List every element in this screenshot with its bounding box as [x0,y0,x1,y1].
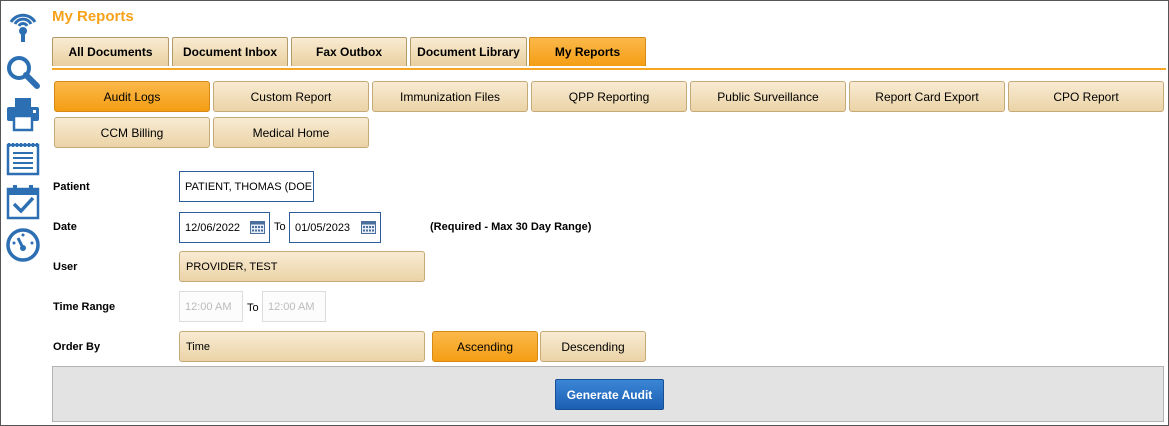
report-qpp-reporting-button[interactable]: QPP Reporting [531,81,687,112]
date-label: Date [53,221,77,233]
tab-all-documents[interactable]: All Documents [52,37,169,66]
report-immunization-files-button[interactable]: Immunization Files [372,81,528,112]
report-custom-report-button[interactable]: Custom Report [213,81,369,112]
date-to-label: To [274,221,286,233]
tab-bar: All Documents Document Inbox Fax Outbox … [52,36,1166,70]
patient-label: Patient [53,181,90,193]
time-to-label: To [247,302,259,314]
order-by-label: Order By [53,341,101,353]
calendar-icon[interactable] [250,221,265,234]
calendar-check-icon[interactable] [5,184,41,220]
report-card-export-button[interactable]: Report Card Export [849,81,1005,112]
user-select[interactable]: PROVIDER, TEST [179,251,425,282]
time-to-field[interactable]: 12:00 AM [262,291,326,322]
user-label: User [53,261,78,273]
report-medical-home-button[interactable]: Medical Home [213,117,369,148]
tab-document-inbox[interactable]: Document Inbox [172,37,288,66]
generate-audit-button[interactable]: Generate Audit [555,379,664,410]
date-range-note: (Required - Max 30 Day Range) [430,221,592,233]
descending-button[interactable]: Descending [540,331,646,362]
tab-fax-outbox[interactable]: Fax Outbox [291,37,407,66]
speedometer-icon[interactable] [5,226,41,262]
report-public-surveillance-button[interactable]: Public Surveillance [690,81,846,112]
time-from-field[interactable]: 12:00 AM [179,291,243,322]
tab-document-library[interactable]: Document Library [410,37,527,66]
printer-icon[interactable] [5,96,41,132]
report-cpo-report-button[interactable]: CPO Report [1008,81,1164,112]
order-by-select[interactable]: Time [179,331,425,362]
action-footer: Generate Audit [52,366,1164,422]
page-title: My Reports [52,8,134,25]
search-icon[interactable] [5,54,41,90]
wireless-icon[interactable] [5,8,41,44]
date-from-field[interactable]: 12/06/2022 [179,212,270,243]
time-range-label: Time Range [53,301,116,313]
report-audit-logs-button[interactable]: Audit Logs [54,81,210,112]
date-to-field[interactable]: 01/05/2023 [289,212,381,243]
calendar-icon[interactable] [361,221,376,234]
report-ccm-billing-button[interactable]: CCM Billing [54,117,210,148]
date-from-value: 12/06/2022 [185,221,241,234]
date-to-value: 01/05/2023 [295,221,351,234]
ascending-button[interactable]: Ascending [432,331,538,362]
notepad-icon[interactable] [5,140,41,176]
tab-my-reports[interactable]: My Reports [529,37,646,66]
patient-field[interactable]: PATIENT, THOMAS (DOE [179,171,314,202]
